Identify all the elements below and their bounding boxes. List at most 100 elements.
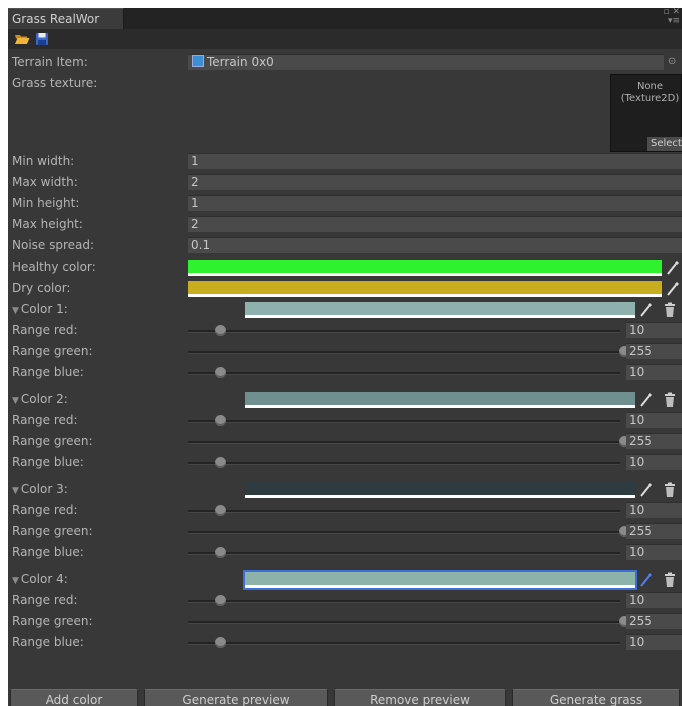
range-value-input[interactable]: 255 [626, 523, 682, 539]
color-group-header: ▼ Color 2: [8, 389, 682, 409]
min-height-label: Min height: [12, 196, 80, 210]
grass-editor-window: Grass RealWor ▫ ✕ ▾≡ Terrain Item: Terrai… [8, 8, 682, 706]
min-width-label: Min width: [12, 154, 75, 168]
trash-icon[interactable] [663, 302, 677, 318]
trash-icon[interactable] [663, 392, 677, 408]
max-height-input[interactable]: 2 [188, 216, 682, 232]
floppy-disk-icon[interactable] [34, 31, 50, 47]
texture-select-button[interactable]: Select [647, 137, 682, 151]
eyedropper-icon[interactable] [639, 302, 653, 318]
range-label: Range red: [12, 323, 78, 337]
range-row: Range green: 255 [8, 611, 682, 631]
healthy-color-label: Healthy color: [12, 260, 96, 274]
range-value-input[interactable]: 10 [626, 364, 682, 380]
range-value-input[interactable]: 10 [626, 502, 682, 518]
color-foldout[interactable]: ▼ Color 4: [12, 569, 68, 589]
range-slider-thumb[interactable] [215, 595, 226, 606]
range-row: Range blue: 10 [8, 362, 682, 382]
color-foldout-label: Color 3: [20, 482, 68, 496]
range-row: Range red: 10 [8, 320, 682, 340]
color-swatch[interactable] [245, 482, 635, 498]
range-slider-track[interactable] [188, 330, 620, 333]
noise-spread-input[interactable]: 0.1 [188, 237, 682, 253]
range-value-input[interactable]: 10 [626, 454, 682, 470]
min-height-row: Min height: 1 [8, 193, 682, 213]
range-slider-track[interactable] [188, 621, 620, 624]
range-value-input[interactable]: 10 [626, 412, 682, 428]
noise-spread-label: Noise spread: [12, 238, 95, 252]
generate-preview-button[interactable]: Generate preview [144, 689, 328, 706]
range-label: Range blue: [12, 365, 84, 379]
foldout-arrow-icon[interactable]: ▼ [12, 571, 19, 591]
range-slider-track[interactable] [188, 531, 620, 534]
range-value-input[interactable]: 10 [626, 592, 682, 608]
eyedropper-icon[interactable] [639, 572, 653, 588]
tab-grass-realworld[interactable]: Grass RealWor [8, 8, 124, 29]
min-width-input[interactable]: 1 [188, 153, 682, 169]
noise-spread-row: Noise spread: 0.1 [8, 235, 682, 255]
range-label: Range red: [12, 503, 78, 517]
eyedropper-icon[interactable] [666, 281, 680, 297]
range-slider-track[interactable] [188, 642, 620, 645]
foldout-arrow-icon[interactable]: ▼ [12, 391, 19, 411]
grass-texture-slot[interactable]: None (Texture2D) Select [610, 74, 682, 152]
eyedropper-icon[interactable] [666, 260, 680, 276]
range-slider-thumb[interactable] [215, 547, 226, 558]
range-slider-track[interactable] [188, 462, 620, 465]
color-foldout[interactable]: ▼ Color 2: [12, 389, 68, 409]
texture-none-text: None (Texture2D) [611, 81, 682, 105]
dry-color-swatch[interactable] [188, 281, 662, 297]
range-slider-track[interactable] [188, 600, 620, 603]
range-slider-thumb[interactable] [215, 637, 226, 648]
color-foldout[interactable]: ▼ Color 1: [12, 299, 68, 319]
max-height-label: Max height: [12, 217, 83, 231]
range-slider-track[interactable] [188, 552, 620, 555]
trash-icon[interactable] [663, 572, 677, 588]
color-swatch[interactable] [245, 392, 635, 408]
range-value-input[interactable]: 10 [626, 634, 682, 650]
min-width-row: Min width: 1 [8, 151, 682, 171]
range-value-input[interactable]: 10 [626, 544, 682, 560]
range-label: Range red: [12, 593, 78, 607]
folder-open-icon[interactable] [14, 31, 30, 47]
generate-grass-button[interactable]: Generate grass [512, 689, 680, 706]
range-label: Range green: [12, 344, 93, 358]
eyedropper-icon[interactable] [639, 392, 653, 408]
color-swatch[interactable] [243, 570, 637, 590]
terrain-item-field[interactable]: Terrain 0x0 [188, 54, 664, 70]
eyedropper-icon[interactable] [639, 482, 653, 498]
remove-preview-button[interactable]: Remove preview [334, 689, 506, 706]
range-slider-thumb[interactable] [215, 505, 226, 516]
grass-texture-label: Grass texture: [12, 76, 98, 90]
max-width-input[interactable]: 2 [188, 174, 682, 190]
range-slider-thumb[interactable] [215, 457, 226, 468]
range-label: Range green: [12, 524, 93, 538]
range-slider-thumb[interactable] [215, 415, 226, 426]
window-menu-icon[interactable]: ▫ ✕ ▾≡ [660, 8, 680, 29]
range-slider-thumb[interactable] [215, 367, 226, 378]
range-row: Range green: 255 [8, 341, 682, 361]
color-group-header: ▼ Color 3: [8, 479, 682, 499]
object-picker-icon[interactable]: ⊙ [668, 54, 682, 70]
range-slider-track[interactable] [188, 351, 620, 354]
range-slider-thumb[interactable] [215, 325, 226, 336]
trash-icon[interactable] [663, 482, 677, 498]
add-color-button[interactable]: Add color [10, 689, 138, 706]
range-value-input[interactable]: 255 [626, 343, 682, 359]
range-slider-track[interactable] [188, 420, 620, 423]
foldout-arrow-icon[interactable]: ▼ [12, 481, 19, 501]
range-value-input[interactable]: 255 [626, 613, 682, 629]
healthy-color-swatch[interactable] [188, 260, 662, 276]
color-swatch[interactable] [245, 302, 635, 318]
range-slider-track[interactable] [188, 510, 620, 513]
range-slider-track[interactable] [188, 441, 620, 444]
color-foldout[interactable]: ▼ Color 3: [12, 479, 68, 499]
range-slider-track[interactable] [188, 372, 620, 375]
range-value-input[interactable]: 10 [626, 322, 682, 338]
foldout-arrow-icon[interactable]: ▼ [12, 301, 19, 321]
range-row: Range red: 10 [8, 500, 682, 520]
min-height-input[interactable]: 1 [188, 195, 682, 211]
tab-strip: Grass RealWor ▫ ✕ ▾≡ [8, 8, 682, 29]
range-value-input[interactable]: 255 [626, 433, 682, 449]
color-group-header: ▼ Color 1: [8, 299, 682, 319]
